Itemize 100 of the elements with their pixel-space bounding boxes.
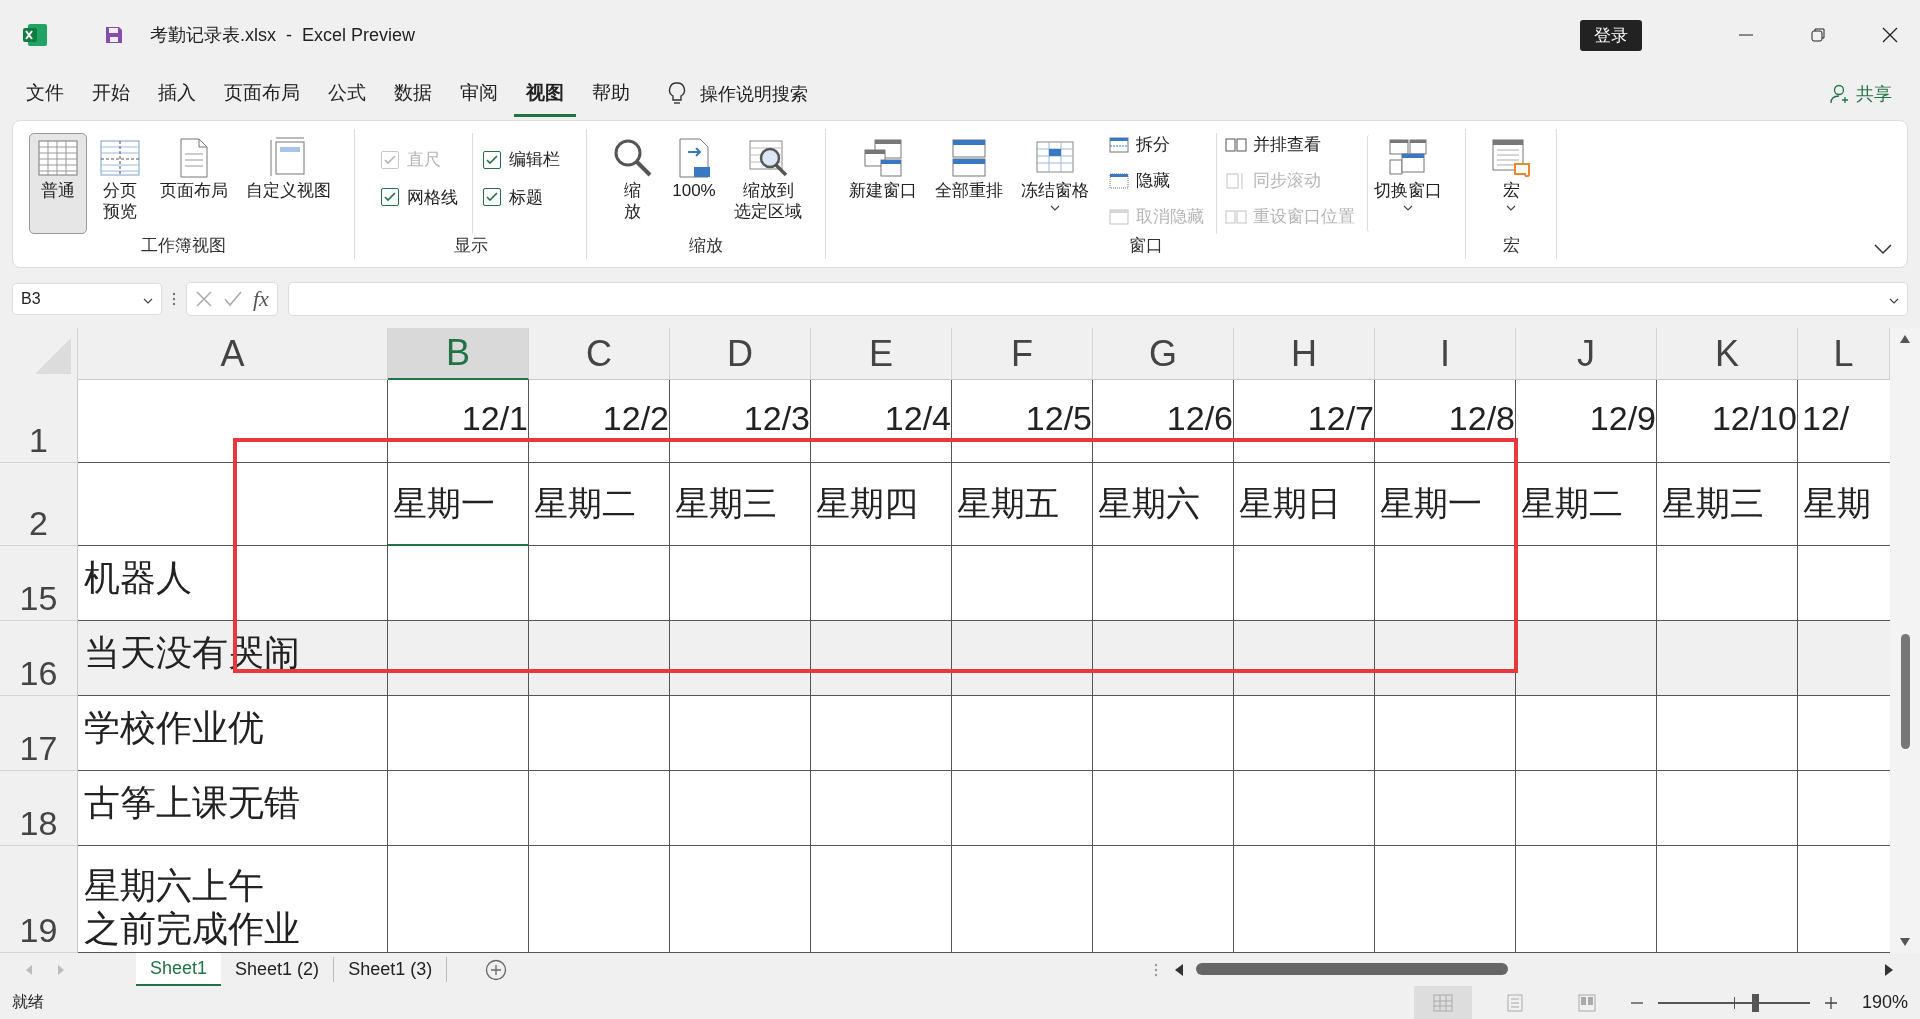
table-cell-text: 星期一 xyxy=(393,482,495,524)
table-cell-text: 星期 xyxy=(1803,483,1871,524)
column-header[interactable]: G xyxy=(1093,328,1234,380)
ribbon-button[interactable]: 分页预览 xyxy=(91,133,149,234)
ribbon-button[interactable]: 拆分 xyxy=(1108,133,1204,156)
ribbon-button[interactable]: 全部重排 xyxy=(928,133,1010,234)
checkmark-icon xyxy=(383,152,397,167)
insert-function-button[interactable]: fx xyxy=(253,286,269,312)
ribbon-button[interactable]: 隐藏 xyxy=(1108,169,1204,192)
column-header[interactable]: H xyxy=(1234,328,1375,380)
ribbon-button[interactable]: 缩放到选定区域 xyxy=(727,133,809,234)
table-cell: 12/5 xyxy=(1025,399,1092,438)
ribbon-button[interactable]: 普通 xyxy=(29,133,87,234)
column-header[interactable]: C xyxy=(529,328,670,380)
restore-icon[interactable] xyxy=(1810,27,1826,43)
table-cell-text: 星期一 xyxy=(1380,483,1482,524)
row-header[interactable]: 19 xyxy=(0,846,78,953)
column-header[interactable]: E xyxy=(811,328,952,380)
table-cell: 12/8 xyxy=(1448,399,1515,438)
menu-tab[interactable]: 插入 xyxy=(146,71,208,117)
add-person-icon xyxy=(1830,84,1850,104)
checkbox[interactable]: 编辑栏 xyxy=(483,148,560,172)
table-cell: 学校作业优 xyxy=(78,696,388,771)
group-label: 宏 xyxy=(1501,235,1521,257)
table-cell: 12/6 xyxy=(1166,399,1233,438)
menu-tab[interactable]: 页面布局 xyxy=(212,71,312,117)
column-header[interactable]: K xyxy=(1657,328,1798,380)
zoom-in-icon[interactable] xyxy=(1823,995,1838,1010)
row-header[interactable]: 2 xyxy=(0,463,78,546)
menu-tab[interactable]: 审阅 xyxy=(448,71,510,117)
ribbon-button[interactable]: 并排查看 xyxy=(1225,133,1355,156)
row-header[interactable]: 15 xyxy=(0,546,78,621)
close-icon[interactable] xyxy=(1882,27,1898,43)
table-cell: 12/1 xyxy=(461,399,528,438)
name-box[interactable]: B3 xyxy=(12,283,162,315)
ribbon-button[interactable]: 冻结窗格 xyxy=(1014,133,1096,234)
menu-tab[interactable]: 帮助 xyxy=(580,71,642,117)
app-icon xyxy=(22,23,48,47)
ribbon-button[interactable]: 宏 xyxy=(1482,133,1540,234)
ribbon-button[interactable]: 页面布局 xyxy=(153,133,235,234)
zoom-level[interactable]: 190% xyxy=(1861,992,1908,1013)
share-button[interactable]: 共享 xyxy=(1830,82,1892,106)
column-header[interactable]: F xyxy=(952,328,1093,380)
checkbox[interactable]: 标题 xyxy=(483,185,560,209)
scroll-up-icon[interactable] xyxy=(1899,334,1911,344)
scroll-right-icon[interactable] xyxy=(1884,962,1894,977)
window-icon xyxy=(1108,206,1130,227)
menu-tab[interactable]: 公式 xyxy=(316,71,378,117)
cancel-icon[interactable] xyxy=(195,290,213,308)
caret-icon xyxy=(143,298,153,304)
table-cell-text: 星期五 xyxy=(957,483,1059,524)
table-cell-text: 星期三 xyxy=(1662,483,1764,524)
horizontal-scrollbar[interactable] xyxy=(1174,962,1894,977)
table-cell-text: 星期六 xyxy=(1098,483,1200,524)
add-sheet-icon[interactable] xyxy=(485,958,508,981)
row-header[interactable]: 1 xyxy=(0,380,78,463)
ribbon-button[interactable]: 100% xyxy=(665,133,723,234)
column-header[interactable]: I xyxy=(1375,328,1516,380)
column-header[interactable]: D xyxy=(670,328,811,380)
ribbon-button[interactable]: 缩放 xyxy=(603,133,661,234)
scroll-left-icon[interactable] xyxy=(1174,962,1184,977)
sheet-tab[interactable]: Sheet1 xyxy=(136,953,222,986)
menu-tab[interactable]: 文件 xyxy=(14,71,76,117)
row-header[interactable]: 16 xyxy=(0,621,78,696)
sign-in-button[interactable]: 登录 xyxy=(1580,19,1642,51)
check-icon[interactable] xyxy=(223,290,243,308)
search-field[interactable]: 操作说明搜索 xyxy=(700,82,808,106)
menu-tab[interactable]: 数据 xyxy=(382,71,444,117)
scrollbar-thumb[interactable] xyxy=(1196,962,1508,975)
table-cell-text: 星期三 xyxy=(675,483,777,524)
ribbon-button[interactable]: 新建窗口 xyxy=(842,133,924,234)
checkmark-icon xyxy=(485,152,499,167)
sheet-tab[interactable]: Sheet1 (2) xyxy=(221,957,335,982)
caret-icon xyxy=(1889,298,1899,304)
ribbon-button[interactable]: 自定义视图 xyxy=(239,133,338,234)
menu-tab[interactable]: 开始 xyxy=(80,71,142,117)
splitter-icon[interactable] xyxy=(1154,961,1158,978)
ribbon-button[interactable]: 切换窗口 xyxy=(1367,133,1449,234)
window-icon xyxy=(1108,170,1130,191)
checkbox[interactable]: 网格线 xyxy=(381,185,458,209)
chevron-icon[interactable] xyxy=(1873,243,1893,255)
page-icon xyxy=(1504,993,1525,1012)
column-header[interactable]: J xyxy=(1516,328,1657,380)
save-icon[interactable] xyxy=(104,25,124,45)
row-header[interactable]: 18 xyxy=(0,771,78,846)
column-header[interactable]: B xyxy=(388,328,529,380)
group-label: 工作簿视图 xyxy=(140,235,227,257)
table-cell-text: 星期四 xyxy=(816,483,918,524)
sheet-icon xyxy=(861,136,905,180)
scrollbar-thumb[interactable] xyxy=(1900,634,1910,749)
sheet-tab[interactable]: Sheet1 (3) xyxy=(334,957,448,982)
window-icon xyxy=(1108,134,1130,155)
scroll-down-icon[interactable] xyxy=(1899,937,1911,947)
window-title: 考勤记录表.xlsx - Excel Preview xyxy=(150,24,416,47)
sheet-icon xyxy=(1489,136,1533,180)
group-label: 显示 xyxy=(452,235,489,257)
row-header[interactable]: 17 xyxy=(0,696,78,771)
page-break-icon xyxy=(1576,993,1597,1012)
formula-input[interactable] xyxy=(287,282,1908,316)
menu-tab[interactable]: 视图 xyxy=(514,71,576,117)
